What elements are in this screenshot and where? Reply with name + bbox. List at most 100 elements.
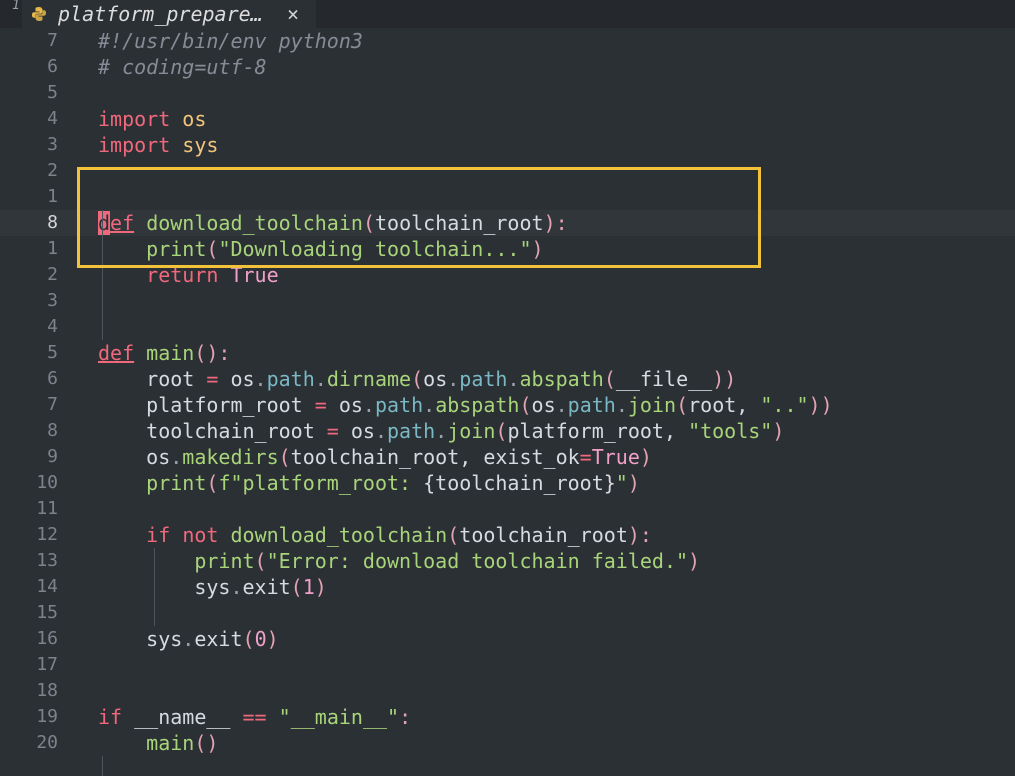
code-line[interactable]: 7 #!/usr/bin/env python3 [0, 28, 1015, 54]
editor-window: 1 platform_prepare… × 7 #!/usr/bin/env py… [0, 0, 1015, 776]
indent-guide [154, 548, 155, 626]
code-text: return True [98, 262, 278, 288]
line-number: 15 [36, 602, 58, 623]
code-token: if [98, 705, 123, 729]
code-token: "Downloading toolchain..." [218, 237, 532, 261]
code-token: )) [712, 367, 737, 391]
code-token: . [362, 393, 375, 417]
code-line[interactable]: 3 [0, 288, 1015, 314]
code-line[interactable]: 8 toolchain_root = os.path.join(platform… [0, 418, 1015, 444]
code-line[interactable]: 5 def main(): [0, 340, 1015, 366]
code-token: join [627, 393, 677, 417]
code-line[interactable]: 8 def download_toolchain(toolchain_root): [0, 210, 1015, 236]
code-token: toolchain_root [374, 211, 544, 235]
code-token: ( [676, 393, 689, 417]
code-line[interactable]: 20 main() [0, 730, 1015, 756]
indent-guide [102, 210, 103, 340]
code-token: #!/usr/bin/env python3 [98, 29, 363, 53]
code-line[interactable]: 3 import sys [0, 132, 1015, 158]
close-icon[interactable]: × [287, 2, 299, 26]
line-number: 2 [47, 160, 58, 181]
code-line[interactable]: 6 root = os.path.dirname(os.path.abspath… [0, 366, 1015, 392]
code-line[interactable]: 15 [0, 600, 1015, 626]
code-line[interactable]: 9 os.makedirs(toolchain_root, exist_ok=T… [0, 444, 1015, 470]
code-text: sys.exit(1) [98, 574, 326, 600]
code-text: os.makedirs(toolchain_root, exist_ok=Tru… [98, 444, 652, 470]
code-line[interactable]: 1 print("Downloading toolchain...") [0, 236, 1015, 262]
code-line[interactable]: 4 import os [0, 106, 1015, 132]
line-number: 17 [36, 654, 58, 675]
code-token: . [182, 627, 195, 651]
code-token: = [314, 393, 327, 417]
code-token: ( [411, 367, 424, 391]
line-number: 2 [47, 264, 58, 285]
code-token: ( [242, 627, 255, 651]
code-token: import [98, 107, 171, 131]
code-line[interactable]: 12 if not download_toolchain(toolchain_r… [0, 522, 1015, 548]
code-token: toolchain_root [98, 419, 327, 443]
line-number: 7 [47, 394, 58, 415]
code-token: exit [242, 575, 291, 599]
line-number: 11 [36, 498, 58, 519]
code-token: "Error: download toolchain failed." [266, 549, 689, 573]
line-number: 20 [36, 732, 58, 753]
code-line[interactable]: 2 return True [0, 262, 1015, 288]
code-token: ( [495, 419, 508, 443]
code-token: . [615, 393, 628, 417]
tab-platform-prepare[interactable]: platform_prepare… × [22, 0, 316, 28]
line-number: 13 [36, 550, 58, 571]
line-number: 8 [47, 420, 58, 441]
code-text: platform_root = os.path.abspath(os.path.… [98, 392, 833, 418]
code-token: . [435, 419, 448, 443]
code-token: True [591, 445, 640, 469]
tab-title: platform_prepare… [58, 2, 263, 26]
code-token: )) [808, 393, 833, 417]
code-line[interactable]: 11 [0, 496, 1015, 522]
code-line[interactable]: 4 [0, 314, 1015, 340]
code-text: print(f"platform_root: {toolchain_root}"… [98, 470, 640, 496]
code-line[interactable]: 16 sys.exit(0) [0, 626, 1015, 652]
code-token: ) [531, 237, 544, 261]
code-text: root = os.path.dirname(os.path.abspath(_… [98, 366, 736, 392]
code-token: __file__ [615, 367, 713, 391]
code-token: = [579, 445, 592, 469]
code-token: toolchain_root, exist_ok [290, 445, 580, 469]
code-token: (): [194, 341, 231, 365]
code-token: ) [688, 549, 701, 573]
code-line[interactable]: 19 if __name__ == "__main__": [0, 704, 1015, 730]
code-token: os [326, 393, 363, 417]
code-token: ): [543, 211, 568, 235]
code-token: () [194, 731, 219, 755]
code-line[interactable]: 2 [0, 158, 1015, 184]
code-text: def download_toolchain(toolchain_root): [98, 210, 568, 236]
code-editor[interactable]: 7 #!/usr/bin/env python3 6 # coding=utf-8 5 4… [0, 28, 1015, 776]
code-line[interactable]: 14 sys.exit(1) [0, 574, 1015, 600]
code-line[interactable]: 18 [0, 678, 1015, 704]
code-token: path [266, 367, 315, 391]
code-token: ( [519, 393, 532, 417]
code-token: 1 [302, 575, 315, 599]
line-number: 18 [36, 680, 58, 701]
line-number: 4 [47, 316, 58, 337]
line-number: 3 [47, 134, 58, 155]
code-line[interactable]: 5 [0, 80, 1015, 106]
code-token: if [146, 523, 171, 547]
code-line[interactable]: 6 # coding=utf-8 [0, 54, 1015, 80]
code-token: . [507, 367, 520, 391]
code-token: download_toolchain [230, 523, 448, 547]
code-line[interactable]: 13 print("Error: download toolchain fail… [0, 548, 1015, 574]
code-line[interactable]: 1 [0, 184, 1015, 210]
code-line[interactable]: 7 platform_root = os.path.abspath(os.pat… [0, 392, 1015, 418]
code-line[interactable]: 10 print(f"platform_root: {toolchain_roo… [0, 470, 1015, 496]
code-token: f"platform_root: [218, 471, 424, 495]
code-token: ( [362, 211, 375, 235]
code-token: dirname [326, 367, 412, 391]
code-token: return [146, 263, 219, 287]
code-line[interactable]: 17 [0, 652, 1015, 678]
code-token: ( [278, 445, 291, 469]
